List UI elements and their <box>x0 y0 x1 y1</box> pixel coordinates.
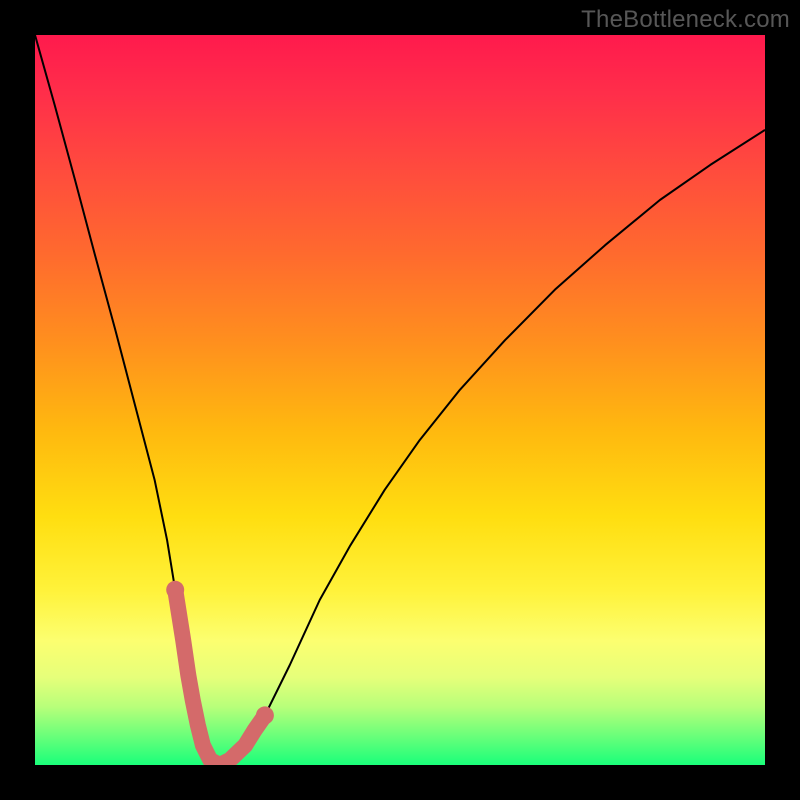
watermark-text: TheBottleneck.com <box>581 6 790 34</box>
valley-marker-endpoint <box>166 581 184 599</box>
chart-frame: TheBottleneck.com <box>0 0 800 800</box>
plot-area <box>35 35 765 765</box>
curve-layer <box>35 35 765 765</box>
valley-marker-endpoint <box>256 706 274 724</box>
bottleneck-curve <box>35 35 765 765</box>
valley-marker-path <box>175 590 265 765</box>
